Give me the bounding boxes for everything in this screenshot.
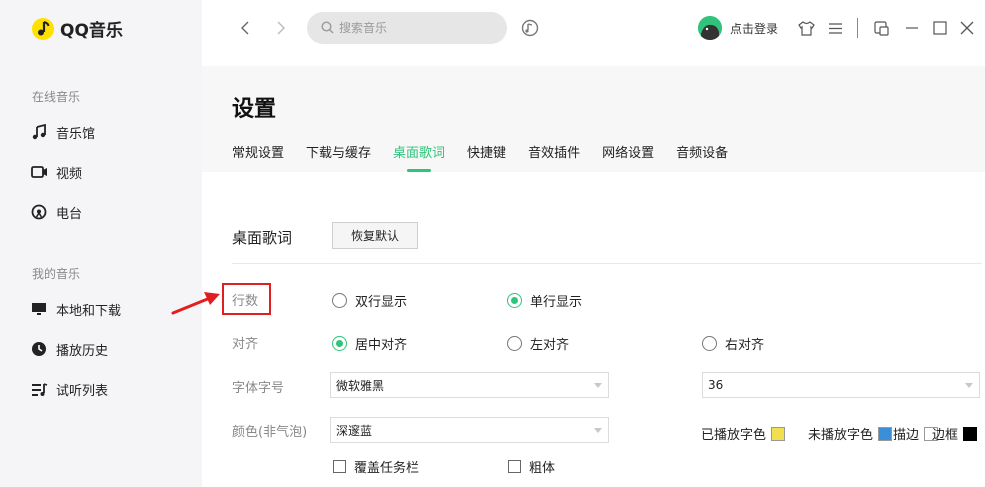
- brand[interactable]: QQ音乐: [31, 16, 123, 41]
- close-icon[interactable]: [957, 18, 977, 38]
- desktop-lyrics-panel: 桌面歌词 恢复默认 行数 双行显示 单行显示 对齐 居中对齐 左对齐 右对齐 字…: [202, 172, 985, 487]
- radio-align-right[interactable]: 右对齐: [702, 334, 764, 353]
- sidebar: QQ音乐 在线音乐 音乐馆 视频 电台 我的音乐 本地和下载 播放历史 试听列表: [0, 0, 202, 487]
- radio-label: 左对齐: [530, 338, 570, 353]
- qq-music-logo-icon: [32, 17, 54, 40]
- back-arrow-icon[interactable]: [234, 17, 256, 39]
- radio-label: 单行显示: [530, 295, 583, 310]
- search-input[interactable]: [339, 21, 489, 35]
- login-text: 点击登录: [730, 21, 779, 36]
- restore-default-button[interactable]: 恢复默认: [332, 222, 418, 249]
- played-color-label: 已播放字色: [701, 428, 767, 443]
- playlist-icon: [30, 380, 48, 398]
- select-value: 36: [708, 378, 724, 392]
- checkbox-label: 粗体: [529, 461, 556, 476]
- annotation-arrow-icon: [171, 292, 220, 315]
- sidebar-item-video[interactable]: 视频: [30, 160, 82, 184]
- online-music-title: 在线音乐: [32, 90, 81, 104]
- color-scheme-select[interactable]: 深邃蓝: [330, 417, 609, 443]
- sidebar-item-music-hall[interactable]: 音乐馆: [30, 120, 95, 144]
- radio-label: 居中对齐: [355, 338, 408, 353]
- cover-taskbar-checkbox[interactable]: 覆盖任务栏: [333, 457, 419, 476]
- select-value: 微软雅黑: [336, 378, 385, 393]
- sidebar-item-trial-list[interactable]: 试听列表: [30, 377, 108, 401]
- tab-general[interactable]: 常规设置: [232, 142, 284, 161]
- font-label: 字体字号: [232, 381, 285, 396]
- border-color-setting: 边框: [932, 424, 978, 443]
- section-title: 桌面歌词: [232, 229, 293, 247]
- chevron-down-icon: [594, 383, 602, 388]
- page-title: 设置: [232, 97, 277, 122]
- sidebar-item-label: 电台: [56, 206, 83, 222]
- search-icon: [321, 19, 334, 38]
- maximize-icon[interactable]: [930, 18, 950, 38]
- monitor-icon: [30, 300, 48, 318]
- sidebar-item-label: 播放历史: [56, 343, 109, 359]
- music-note-icon: [30, 123, 48, 141]
- select-value: 深邃蓝: [336, 423, 373, 438]
- radio-circle-selected: [332, 336, 347, 351]
- radio-double-line[interactable]: 双行显示: [332, 291, 407, 310]
- tab-audio-device[interactable]: 音频设备: [676, 142, 728, 161]
- skin-shirt-icon[interactable]: [796, 18, 816, 38]
- unplayed-color-swatch[interactable]: [878, 426, 893, 441]
- radio-circle: [702, 336, 717, 351]
- sidebar-item-label: 本地和下载: [56, 303, 122, 319]
- sidebar-item-label: 试听列表: [56, 383, 109, 399]
- sidebar-item-label: 视频: [56, 166, 83, 182]
- bold-checkbox[interactable]: 粗体: [508, 457, 555, 476]
- border-label: 边框: [932, 428, 959, 443]
- border-color-swatch[interactable]: [963, 426, 978, 441]
- menu-icon[interactable]: [825, 18, 845, 38]
- tab-sound-plugins[interactable]: 音效插件: [528, 142, 580, 161]
- unplayed-color-label: 未播放字色: [808, 428, 874, 443]
- radio-label: 双行显示: [355, 295, 408, 310]
- sidebar-item-local-download[interactable]: 本地和下载: [30, 297, 121, 321]
- tab-desktop-lyrics[interactable]: 桌面歌词: [393, 142, 445, 172]
- toolbar-separator: [857, 18, 858, 38]
- tab-network[interactable]: 网络设置: [602, 142, 654, 161]
- chevron-down-icon: [594, 428, 602, 433]
- lines-label: 行数: [232, 294, 259, 309]
- font-size-select[interactable]: 36: [702, 372, 980, 398]
- radio-circle: [507, 336, 522, 351]
- sidebar-item-radio[interactable]: 电台: [30, 200, 82, 224]
- radio-circle: [332, 293, 347, 308]
- top-bar: 点击登录: [202, 0, 985, 66]
- radio-align-center[interactable]: 居中对齐: [332, 334, 407, 353]
- played-color-swatch[interactable]: [771, 426, 786, 441]
- settings-tabs: 常规设置 下载与缓存 桌面歌词 快捷键 音效插件 网络设置 音频设备: [232, 142, 750, 172]
- my-music-title: 我的音乐: [32, 267, 81, 281]
- login-link[interactable]: 点击登录: [698, 16, 778, 40]
- radio-single-line[interactable]: 单行显示: [507, 291, 582, 310]
- sidebar-item-history[interactable]: 播放历史: [30, 337, 108, 361]
- tab-download-cache[interactable]: 下载与缓存: [306, 142, 371, 161]
- font-family-select[interactable]: 微软雅黑: [330, 372, 609, 398]
- radio-label: 右对齐: [725, 338, 765, 353]
- align-label: 对齐: [232, 337, 259, 352]
- video-icon: [30, 163, 48, 181]
- unplayed-color-setting: 未播放字色: [808, 424, 893, 443]
- radio-align-left[interactable]: 左对齐: [507, 334, 569, 353]
- forward-arrow-icon[interactable]: [270, 17, 292, 39]
- app-name: QQ音乐: [60, 21, 123, 41]
- checkbox-box: [508, 460, 521, 473]
- listen-identify-icon[interactable]: [520, 18, 540, 38]
- search-box[interactable]: [307, 12, 507, 44]
- sidebar-item-label: 音乐馆: [56, 126, 96, 142]
- history-clock-icon: [30, 340, 48, 358]
- radio-icon: [30, 203, 48, 221]
- divider: [232, 263, 982, 264]
- chevron-down-icon: [965, 383, 973, 388]
- color-label: 颜色(非气泡): [232, 425, 308, 440]
- checkbox-box: [333, 460, 346, 473]
- radio-circle-selected: [507, 293, 522, 308]
- stroke-label: 描边: [893, 428, 920, 443]
- tab-shortcuts[interactable]: 快捷键: [467, 142, 506, 161]
- played-color-setting: 已播放字色: [701, 424, 786, 443]
- mini-mode-icon[interactable]: [871, 18, 891, 38]
- checkbox-label: 覆盖任务栏: [354, 461, 420, 476]
- minimize-icon[interactable]: [902, 18, 922, 38]
- avatar: [698, 16, 722, 40]
